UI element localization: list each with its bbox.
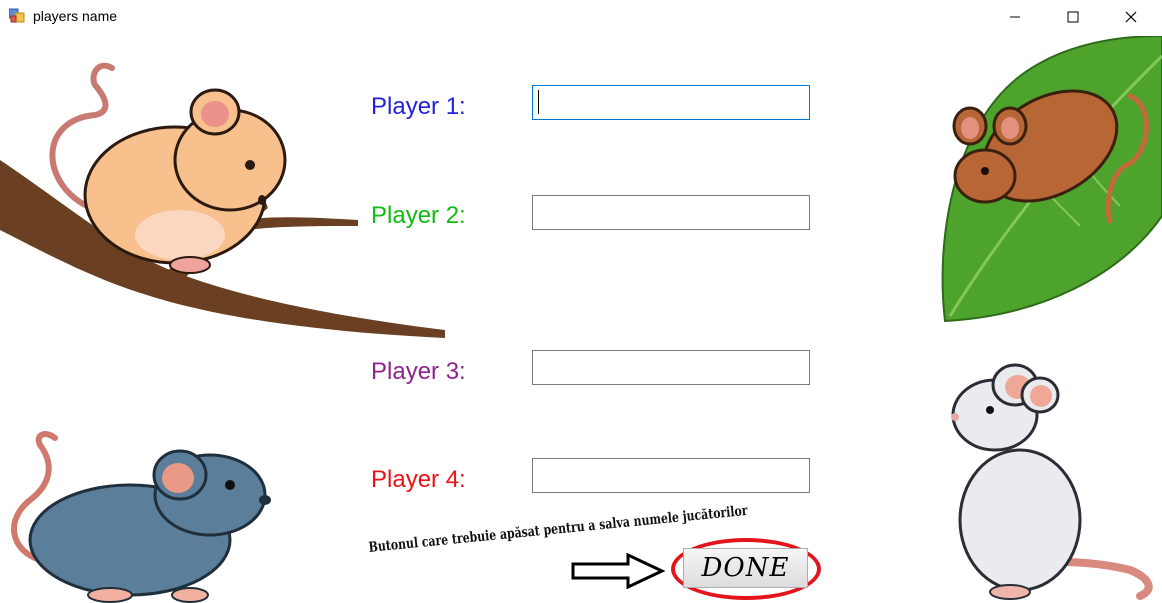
text-caret	[538, 90, 539, 114]
instruction-text: Butonul care trebuie apăsat pentru a sal…	[368, 502, 749, 556]
window-title: players name	[33, 8, 118, 24]
player-1-input[interactable]	[532, 85, 810, 120]
minimize-button[interactable]	[986, 0, 1044, 34]
minimize-icon	[1010, 16, 1020, 18]
player-2-label: Player 2:	[371, 202, 466, 229]
close-icon	[1125, 11, 1137, 23]
done-button[interactable]: DONE	[683, 548, 808, 588]
player-3-label: Player 3:	[371, 358, 466, 385]
blue-mouse-illustration	[11, 431, 271, 603]
player-2-input[interactable]	[532, 195, 810, 230]
close-button[interactable]	[1102, 0, 1160, 34]
player-4-input[interactable]	[532, 458, 810, 493]
maximize-icon	[1067, 11, 1079, 23]
title-bar: players name	[0, 0, 1162, 34]
arrow-right-icon	[571, 553, 666, 589]
player-1-label: Player 1:	[371, 93, 466, 120]
player-3-input[interactable]	[532, 350, 810, 385]
player-4-label: Player 4:	[371, 466, 466, 493]
maximize-button[interactable]	[1044, 0, 1102, 34]
mouse-on-leaf-illustration	[941, 36, 1162, 323]
white-mouse-illustration	[951, 363, 1153, 600]
app-icon	[9, 8, 25, 23]
